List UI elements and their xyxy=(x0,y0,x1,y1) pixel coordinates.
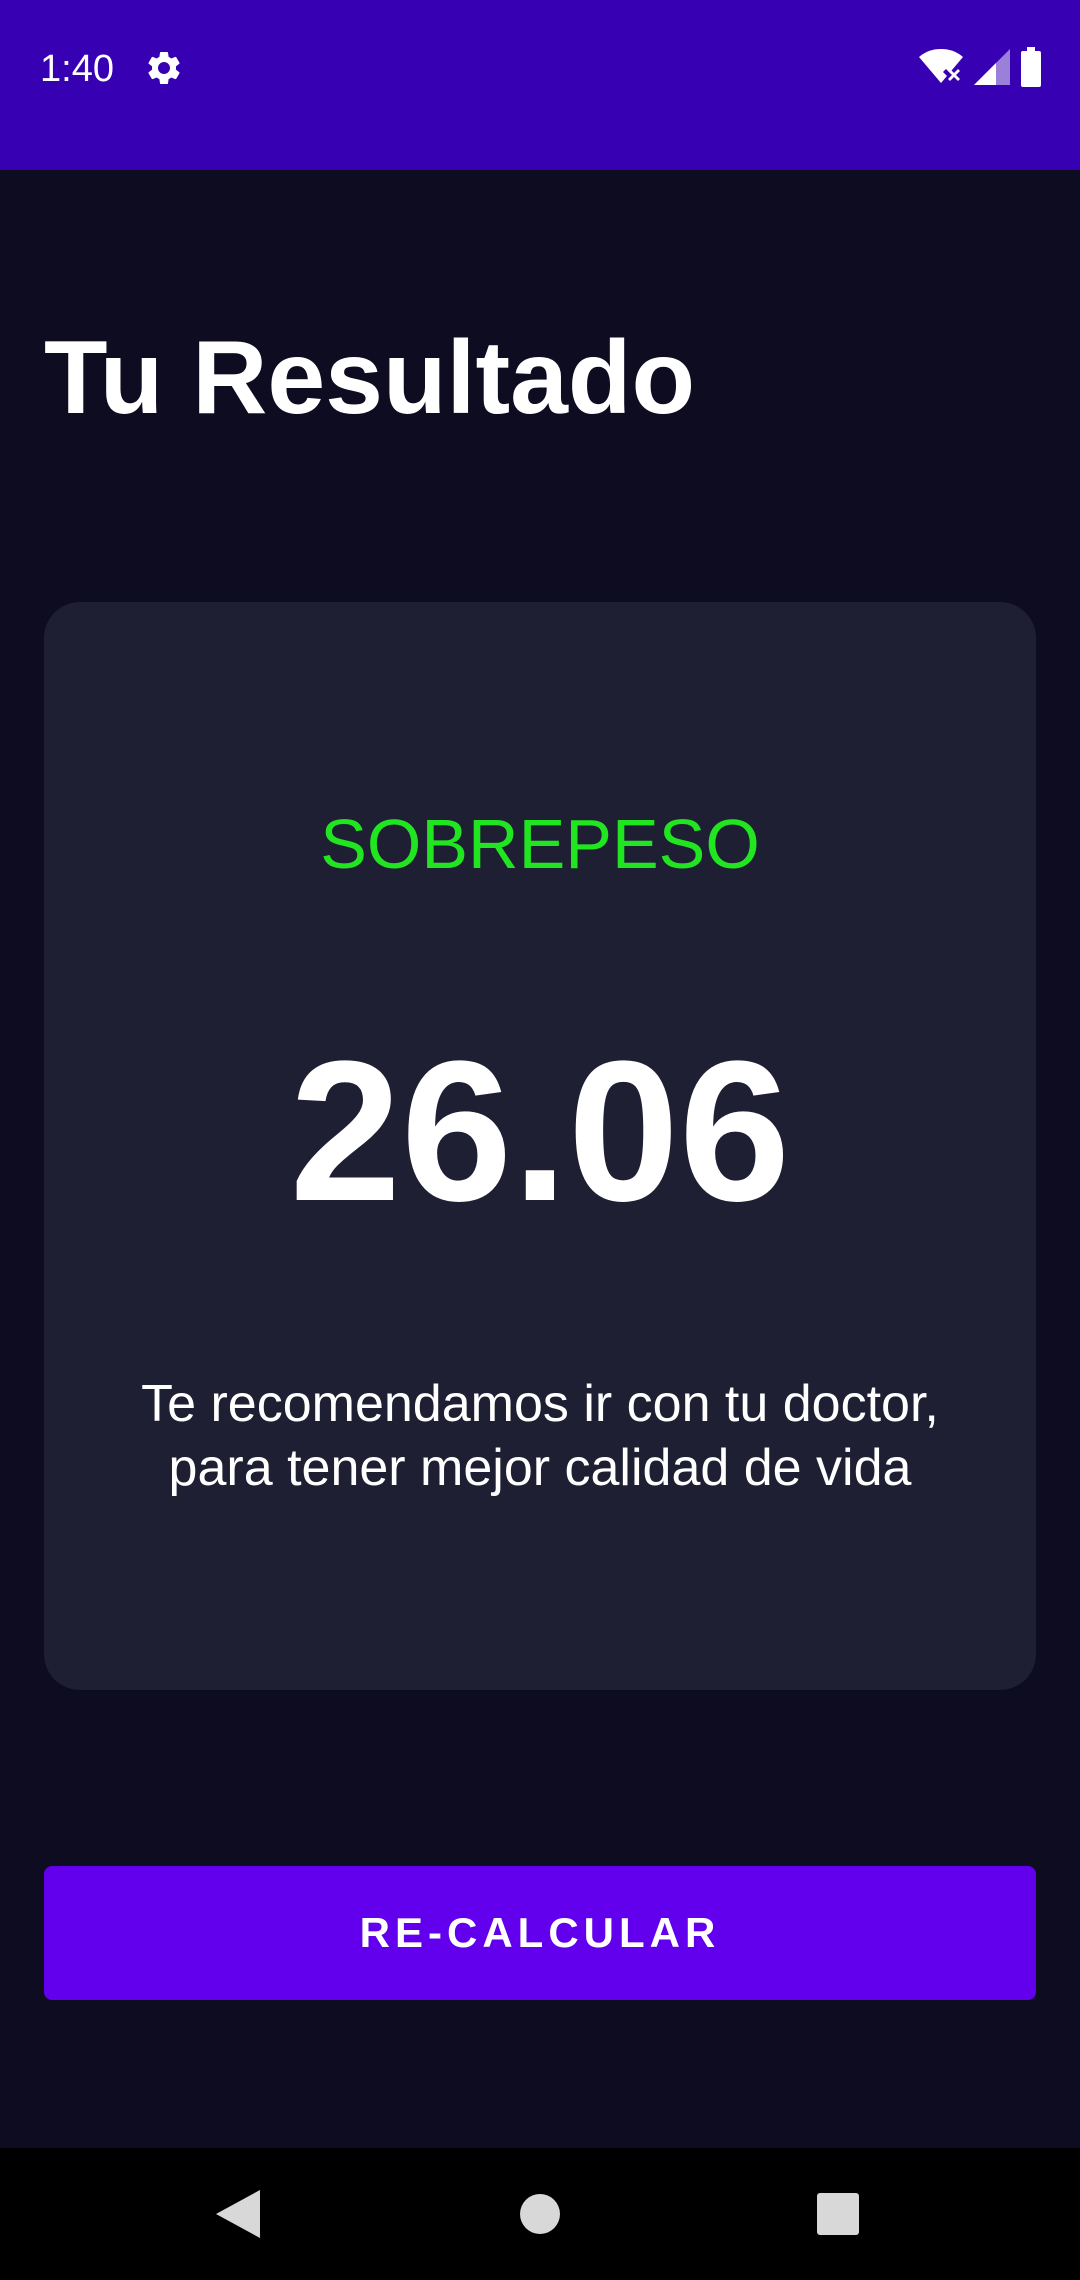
result-screen: 1:40 Tu Resultado SOBREPESO 26.06 Te rec… xyxy=(0,0,1080,2280)
back-icon[interactable] xyxy=(216,2190,260,2238)
home-icon[interactable] xyxy=(520,2194,560,2234)
wifi-icon xyxy=(919,49,963,84)
recalculate-button[interactable]: RE-CALCULAR xyxy=(44,1866,1036,2000)
page-title: Tu Resultado xyxy=(44,320,695,436)
signal-icon xyxy=(974,49,1010,85)
recents-icon[interactable] xyxy=(817,2193,859,2235)
result-message: Te recomendamos ir con tu doctor, para t… xyxy=(141,1375,939,1497)
status-time: 1:40 xyxy=(40,48,114,90)
status-icons xyxy=(918,46,1042,88)
status-bar: 1:40 xyxy=(0,0,1080,170)
result-card: SOBREPESO 26.06 Te recomendamos ir con t… xyxy=(44,602,1036,1690)
battery-icon xyxy=(1021,47,1041,87)
gear-icon xyxy=(148,51,180,84)
result-value: 26.06 xyxy=(289,1020,791,1243)
navigation-bar xyxy=(0,2148,1080,2280)
result-status: SOBREPESO xyxy=(320,805,760,883)
